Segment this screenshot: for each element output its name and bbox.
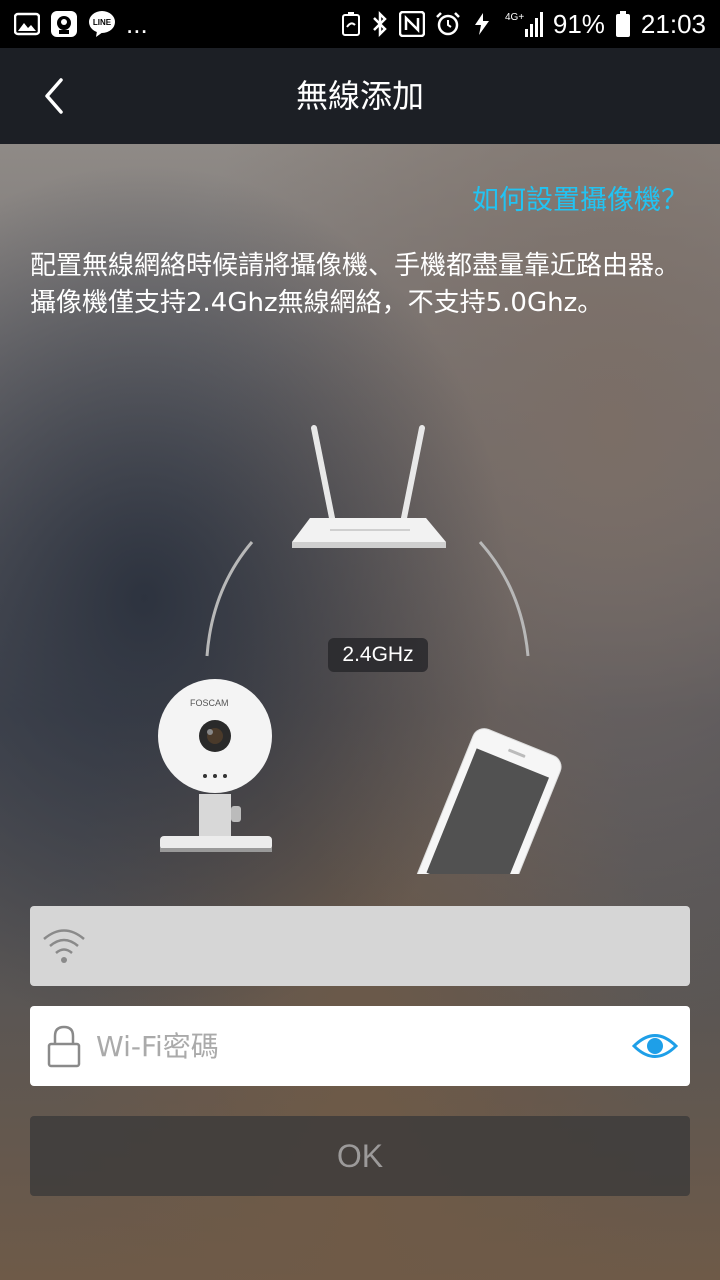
battery-percent: 91% (552, 8, 605, 39)
main-content: 如何設置攝像機？ 配置無線網絡時候請將攝像機、手機都盡量靠近路由器。 攝像機僅支… (0, 144, 720, 1280)
app-header: 無線添加 (0, 48, 720, 144)
camera-icon: FOSCAM (158, 679, 272, 852)
eye-icon (632, 1034, 678, 1058)
description-line: 配置無線網絡時候請將攝像機、手機都盡量靠近路由器。 (30, 251, 681, 281)
ssid-input[interactable] (94, 915, 690, 977)
network-type: 4G+ (505, 12, 524, 23)
status-bar-left: LINE ... (14, 9, 148, 40)
page-title: 無線添加 (295, 77, 424, 115)
password-field[interactable] (30, 1006, 690, 1086)
clock: 21:03 (640, 8, 706, 39)
bluetooth-icon (371, 10, 389, 38)
connection-arc-right (478, 541, 530, 657)
ok-button[interactable]: OK (30, 1116, 690, 1196)
more-notifications: ... (126, 8, 148, 39)
phone-icon (412, 728, 562, 874)
wifi-icon (34, 906, 94, 986)
status-bar-right: 4G+ 91% 21:03 (341, 9, 706, 40)
alarm-icon (435, 11, 461, 37)
signal-icon: 4G+ (503, 9, 543, 39)
chevron-left-icon (45, 78, 63, 114)
data-icon (471, 11, 493, 37)
battery-icon (615, 10, 631, 38)
password-input[interactable] (94, 1015, 620, 1077)
connection-arc-left (205, 541, 254, 657)
nfc-icon (398, 11, 425, 37)
description-line: 攝像機僅支持2.4Ghz無線網絡，不支持5.0Ghz。 (30, 288, 604, 318)
messenger-icon (50, 10, 78, 38)
status-bar: LINE ... 4G+ 91% 21:03 (0, 0, 720, 48)
svg-text:LINE: LINE (93, 18, 112, 27)
gallery-icon (14, 11, 40, 37)
camera-brand: FOSCAM (190, 698, 229, 708)
ssid-field[interactable] (30, 906, 690, 986)
lock-icon (34, 1006, 94, 1086)
description: 配置無線網絡時候請將攝像機、手機都盡量靠近路由器。 攝像機僅支持2.4Ghz無線… (30, 248, 700, 322)
line-icon: LINE (88, 10, 116, 38)
frequency-badge: 2.4GHz (328, 638, 428, 672)
battery-saver-icon (341, 11, 361, 37)
back-button[interactable] (24, 66, 84, 126)
help-link[interactable]: 如何設置攝像機？ (472, 178, 688, 217)
show-password-toggle[interactable] (620, 1006, 690, 1086)
router-icon (292, 425, 446, 548)
